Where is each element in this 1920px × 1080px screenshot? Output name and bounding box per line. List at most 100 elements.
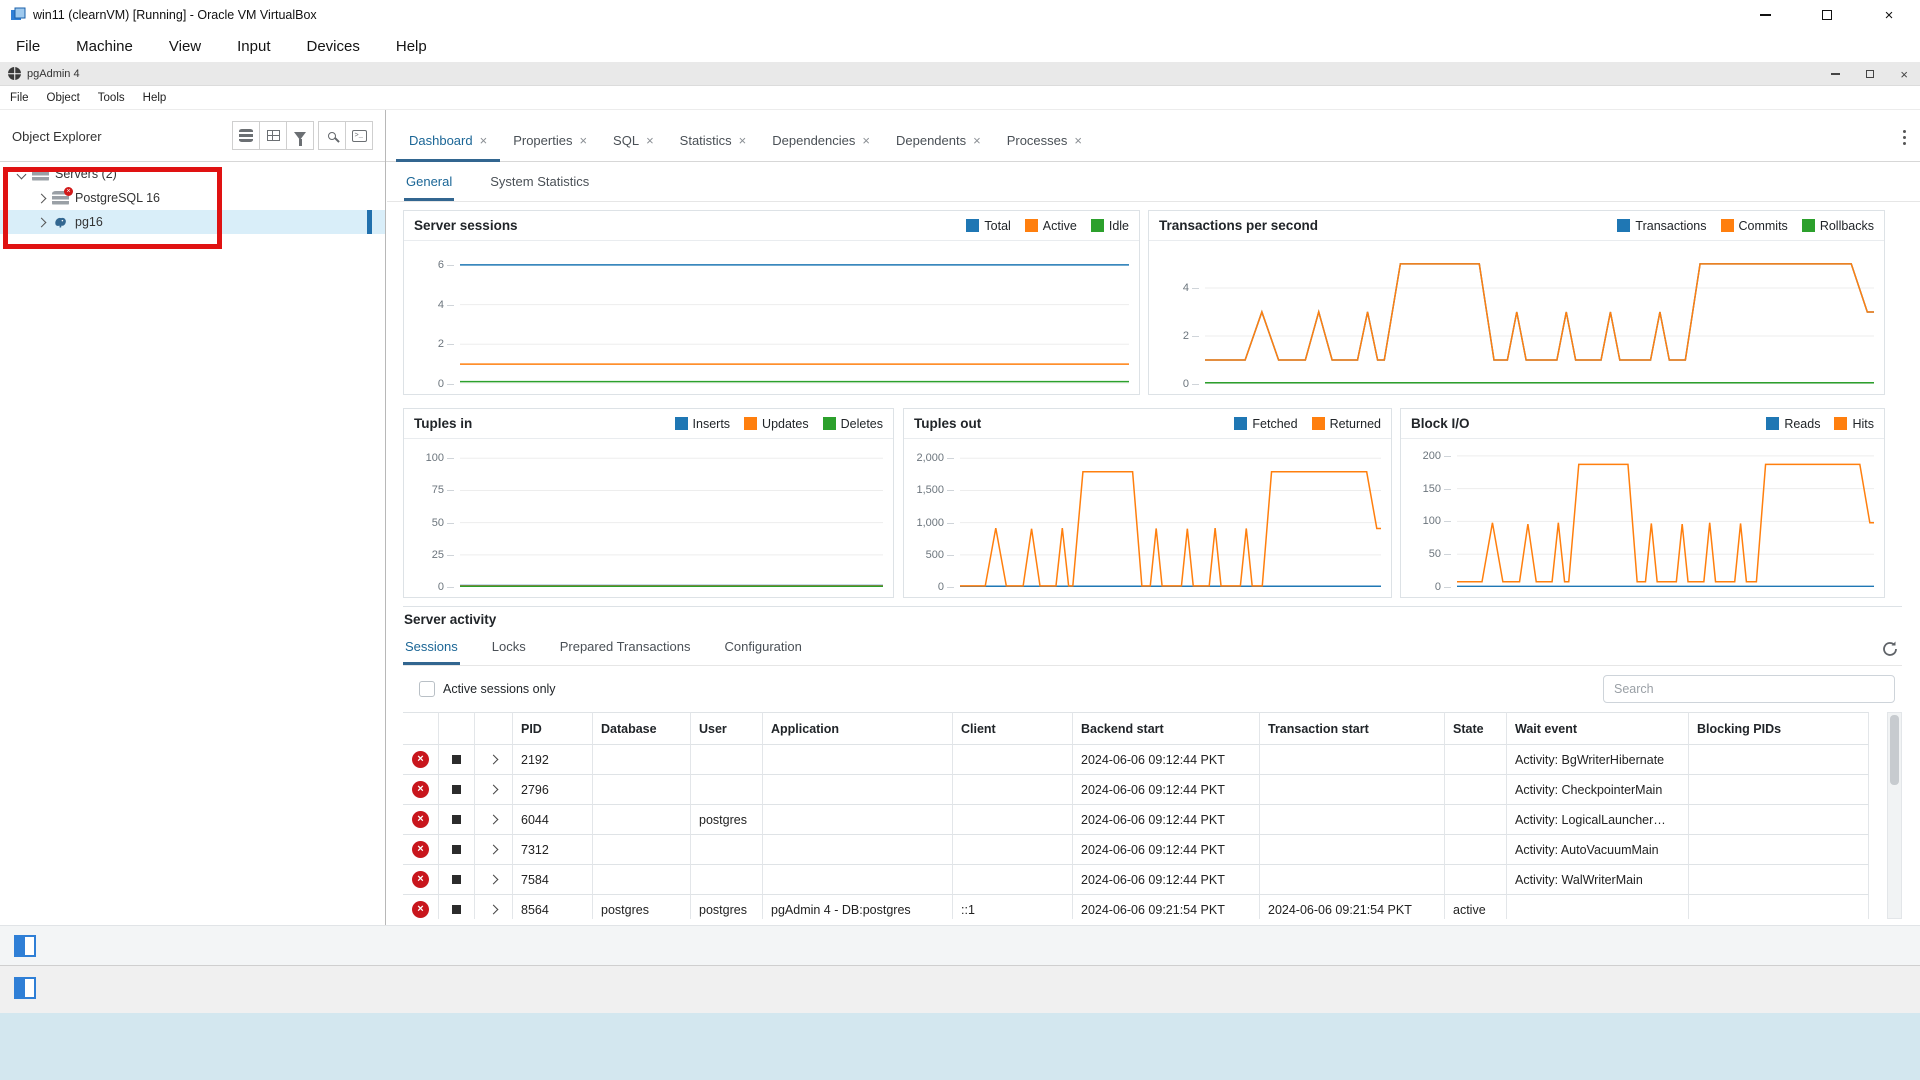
legend-label: Returned [1330,417,1381,431]
chart-plot-area [1205,250,1874,384]
postgres-elephant-icon [52,215,69,230]
subtab-system-statistics[interactable]: System Statistics [488,174,591,201]
series-transactions [1205,264,1874,360]
table-cell: Activity: WalWriterMain [1507,865,1689,895]
tab-close-icon[interactable]: × [646,133,654,148]
vbox-close-button[interactable]: × [1858,0,1920,30]
tree-item-postgresql-16[interactable]: ×PostgreSQL 16 [0,186,385,210]
vbox-menu-view[interactable]: View [169,38,201,55]
cancel-query-icon[interactable] [452,815,461,824]
expand-row-icon[interactable] [489,785,499,795]
activity-tab-prepared-transactions[interactable]: Prepared Transactions [558,639,693,665]
query-tool-button[interactable]: >_ [345,121,373,150]
tab-dependencies[interactable]: Dependencies× [759,122,883,162]
vbox-minimize-button[interactable] [1734,0,1796,30]
cancel-query-icon[interactable] [452,845,461,854]
vbox-menu-devices[interactable]: Devices [307,38,360,55]
table-row: ×6044postgres2024-06-06 09:12:44 PKTActi… [403,805,1869,835]
terminate-session-icon[interactable]: × [412,751,429,768]
tab-close-icon[interactable]: × [480,133,488,148]
cancel-query-icon[interactable] [452,875,461,884]
terminate-session-icon[interactable]: × [412,871,429,888]
tab-label: SQL [613,133,639,148]
table-cell [763,775,953,805]
y-axis-labels: 6420 [404,250,456,384]
table-cell: 2192 [513,745,593,775]
table-cell: ::1 [953,895,1073,919]
table-cell [1445,745,1507,775]
vbox-menu-input[interactable]: Input [237,38,270,55]
table-cell: 2024-06-06 09:21:54 PKT [1073,895,1260,919]
tab-close-icon[interactable]: × [579,133,587,148]
vbox-menubar: File Machine View Input Devices Help [0,30,1920,62]
guest-taskbar: Search 10:02 AM6/ [0,925,1920,965]
cancel-query-icon[interactable] [452,785,461,794]
terminate-session-icon[interactable]: × [412,781,429,798]
quick-search-servers-button[interactable] [232,121,260,150]
activity-tab-sessions[interactable]: Sessions [403,639,460,665]
tab-statistics[interactable]: Statistics× [667,122,760,162]
tab-close-icon[interactable]: × [1074,133,1082,148]
terminate-session-icon[interactable]: × [412,901,429,918]
table-cell [1260,865,1445,895]
search-objects-button[interactable] [318,121,346,150]
tabbar-menu-button[interactable] [1896,128,1912,146]
tab-sql[interactable]: SQL × [600,122,667,162]
activity-tab-configuration[interactable]: Configuration [723,639,804,665]
view-data-button[interactable] [259,121,287,150]
vbox-window-title: win11 (clearnVM) [Running] - Oracle VM V… [33,8,317,22]
pgadmin-menu-file[interactable]: File [10,92,29,104]
chevron-right-icon[interactable] [37,193,47,203]
expand-row-icon[interactable] [489,755,499,765]
session-search-input[interactable] [1603,675,1895,703]
active-sessions-checkbox[interactable] [419,681,435,697]
tree-item-pg16[interactable]: pg16 [0,210,385,234]
expand-row-icon[interactable] [489,845,499,855]
tab-dependents[interactable]: Dependents× [883,122,994,162]
refresh-icon[interactable] [1880,639,1900,659]
pgadmin-menu-tools[interactable]: Tools [98,92,125,104]
tab-processes[interactable]: Processes× [994,122,1095,162]
column-header-icon [403,712,439,745]
vbox-menu-file[interactable]: File [16,38,40,55]
terminate-session-icon[interactable]: × [412,811,429,828]
cancel-query-icon[interactable] [452,905,461,914]
object-explorer-title: Object Explorer [12,129,102,144]
chevron-right-icon[interactable] [37,217,47,227]
vbox-restore-button[interactable] [1796,0,1858,30]
pgadmin-menu-help[interactable]: Help [143,92,167,104]
legend-swatch [1802,219,1815,232]
pgadmin-close-button[interactable]: × [1900,68,1908,81]
chart-legend: InsertsUpdatesDeletes [675,417,883,431]
legend-label: Total [984,219,1010,233]
tab-close-icon[interactable]: × [862,133,870,148]
vbox-menu-machine[interactable]: Machine [76,38,133,55]
activity-tab-locks[interactable]: Locks [490,639,528,665]
legend-label: Rollbacks [1820,219,1874,233]
expand-row-icon[interactable] [489,905,499,915]
legend-swatch [1234,417,1247,430]
vbox-menu-help[interactable]: Help [396,38,427,55]
pgadmin-menu-object[interactable]: Object [47,92,80,104]
tree-item-servers-2-[interactable]: Servers (2) [0,162,385,186]
expand-row-icon[interactable] [489,815,499,825]
vbox-titlebar: win11 (clearnVM) [Running] - Oracle VM V… [0,0,1920,30]
table-scrollbar[interactable] [1887,712,1902,919]
table-row: ×75842024-06-06 09:12:44 PKTActivity: Wa… [403,865,1869,895]
subtab-general[interactable]: General [404,174,454,201]
pgadmin-minimize-button[interactable] [1831,73,1840,75]
pgadmin-maximize-button[interactable] [1866,70,1874,78]
tab-close-icon[interactable]: × [739,133,747,148]
tab-close-icon[interactable]: × [973,133,981,148]
tab-properties[interactable]: Properties× [500,122,600,162]
cancel-query-icon[interactable] [452,755,461,764]
legend-swatch [1721,219,1734,232]
chevron-down-icon[interactable] [17,169,27,179]
filter-button[interactable] [286,121,314,150]
terminate-session-icon[interactable]: × [412,841,429,858]
guest-desktop-peek-icon[interactable] [14,935,36,957]
expand-row-icon[interactable] [489,875,499,885]
table-cell: 2796 [513,775,593,805]
table-cell [1689,745,1869,775]
tab-dashboard[interactable]: Dashboard× [396,122,500,162]
